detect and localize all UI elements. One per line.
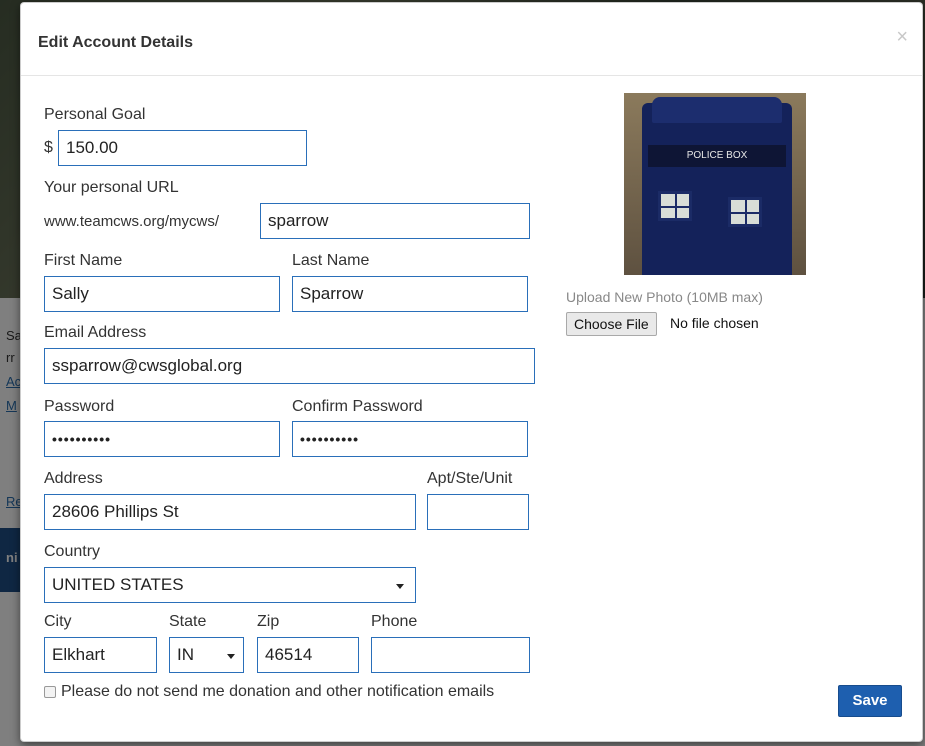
address-input[interactable]: 28606 Phillips St [44, 494, 416, 530]
file-status: No file chosen [670, 315, 759, 331]
first-name-input[interactable]: Sally [44, 276, 280, 312]
choose-file-button[interactable]: Choose File [566, 312, 657, 336]
modal-header: Edit Account Details × [21, 3, 922, 76]
edit-account-modal: Edit Account Details × Personal Goal $ 1… [20, 2, 923, 742]
country-select-value: UNITED STATES [52, 575, 184, 594]
currency-symbol: $ [44, 139, 53, 156]
profile-photo-subject-top [652, 97, 782, 123]
personal-url-input[interactable]: sparrow [260, 203, 530, 239]
profile-photo-sign: POLICE BOX [648, 145, 786, 167]
personal-goal-input[interactable]: 150.00 [58, 130, 307, 166]
apt-label: Apt/Ste/Unit [427, 470, 513, 487]
opt-out-label[interactable]: Please do not send me donation and other… [44, 683, 524, 701]
profile-photo-window [728, 197, 762, 227]
profile-photo-window [658, 191, 692, 221]
city-label: City [44, 613, 72, 630]
phone-input[interactable] [371, 637, 530, 673]
state-label: State [169, 613, 207, 630]
state-select[interactable]: IN [169, 637, 244, 673]
state-select-value: IN [177, 645, 194, 664]
confirm-password-input[interactable]: •••••••••• [292, 421, 528, 457]
zip-input[interactable]: 46514 [257, 637, 359, 673]
save-button[interactable]: Save [838, 685, 902, 717]
email-label: Email Address [44, 324, 147, 341]
country-label: Country [44, 543, 101, 560]
chevron-down-icon [396, 584, 404, 589]
last-name-input[interactable]: Sparrow [292, 276, 528, 312]
city-input[interactable]: Elkhart [44, 637, 157, 673]
confirm-password-label: Confirm Password [292, 398, 423, 415]
country-select[interactable]: UNITED STATES [44, 567, 416, 603]
personal-goal-label: Personal Goal [44, 106, 146, 123]
chevron-down-icon [227, 654, 235, 659]
personal-url-label: Your personal URL [44, 179, 179, 196]
last-name-label: Last Name [292, 252, 370, 269]
address-label: Address [44, 470, 103, 487]
apt-input[interactable] [427, 494, 529, 530]
email-input[interactable]: ssparrow@cwsglobal.org [44, 348, 535, 384]
profile-photo: POLICE BOX [624, 93, 806, 275]
personal-url-prefix: www.teamcws.org/mycws/ [44, 213, 220, 230]
password-input[interactable]: •••••••••• [44, 421, 280, 457]
phone-label: Phone [371, 613, 418, 630]
zip-label: Zip [257, 613, 280, 630]
modal-title: Edit Account Details [38, 34, 193, 51]
close-icon[interactable]: × [896, 27, 908, 47]
profile-photo-subject [642, 103, 792, 275]
password-label: Password [44, 398, 115, 415]
first-name-label: First Name [44, 252, 123, 269]
upload-photo-label: Upload New Photo (10MB max) [566, 289, 763, 305]
